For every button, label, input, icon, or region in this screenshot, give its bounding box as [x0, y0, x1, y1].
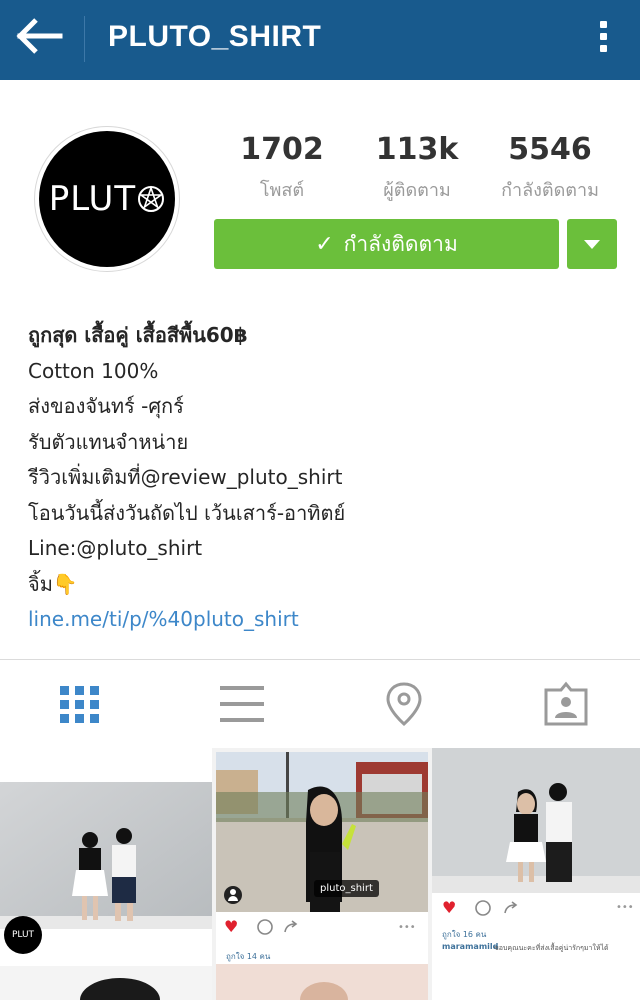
- avatar-logo-text: PLUT: [48, 179, 137, 219]
- post-photo: [216, 752, 428, 912]
- photo-tag-label[interactable]: pluto_shirt: [314, 880, 379, 897]
- bio-line: Line:@pluto_shirt: [28, 536, 203, 560]
- post-more-icon[interactable]: •••: [616, 902, 634, 913]
- caret-down-icon: [584, 240, 600, 249]
- stat-posts[interactable]: 1702 โพสต์: [212, 132, 352, 204]
- comment-icon[interactable]: [256, 918, 274, 936]
- following-count: 5546: [508, 132, 592, 167]
- followers-count: 113k: [375, 132, 459, 167]
- stat-followers[interactable]: 113k ผู้ติดตาม: [347, 132, 487, 204]
- pentagram-icon: [138, 185, 165, 212]
- bio-line: Cotton 100%: [28, 358, 159, 383]
- comment-icon[interactable]: [474, 899, 492, 917]
- post-thumbnail[interactable]: ♥ ••• ถูกใจ 16 คน maramamild ขอบคุณนะคะท…: [432, 748, 640, 1000]
- posts-count: 1702: [240, 132, 324, 167]
- top-bar: PLUTO_SHIRT: [0, 0, 640, 80]
- share-icon[interactable]: [502, 899, 520, 917]
- user-tag-icon: [224, 886, 242, 904]
- tab-location[interactable]: [380, 680, 428, 728]
- tab-grid-view[interactable]: [56, 680, 104, 728]
- post-photo: [0, 782, 212, 1000]
- posts-grid: PLUT pluto_shirt ♥ ••• ถูกใจ 14 คน ♥ •••…: [0, 748, 640, 1000]
- grid-icon: [60, 686, 99, 723]
- bio-line: จิ้ม👇: [28, 571, 78, 596]
- tab-list-view[interactable]: [218, 680, 266, 728]
- bio-line: รีวิวเพิ่มเติมที่@review_pluto_shirt: [28, 465, 343, 489]
- post-more-icon[interactable]: •••: [398, 922, 416, 933]
- profile-username-title: PLUTO_SHIRT: [108, 20, 322, 53]
- more-vertical-icon: [588, 14, 618, 52]
- back-arrow-icon: [16, 18, 63, 54]
- post-photo: [432, 748, 640, 893]
- heart-icon[interactable]: ♥: [224, 919, 238, 935]
- post-thumbnail[interactable]: pluto_shirt ♥ ••• ถูกใจ 14 คน: [216, 752, 428, 1000]
- posts-label: โพสต์: [259, 180, 305, 201]
- bio-website-link[interactable]: line.me/ti/p/%40pluto_shirt: [28, 602, 628, 638]
- profile-avatar[interactable]: PLUT: [39, 131, 175, 267]
- followers-label: ผู้ติดตาม: [383, 180, 451, 201]
- tagged-photos-icon: [544, 681, 588, 726]
- location-pin-icon: [386, 682, 422, 726]
- post-photo-peek: [216, 964, 428, 1000]
- bio-line: ส่งของจันทร์ -ศุกร์: [28, 394, 184, 418]
- post-avatar-text: PLUT: [11, 930, 35, 940]
- following-label: กำลังติดตาม: [501, 180, 599, 201]
- tab-tagged[interactable]: [542, 680, 590, 728]
- header-divider: [84, 16, 85, 62]
- post-likes: ถูกใจ 14 คน: [226, 952, 271, 961]
- profile-view-tabs: [0, 659, 640, 749]
- bio-line: โอนวันนี้ส่งวันถัดไป เว้นเสาร์-อาทิตย์: [28, 500, 346, 525]
- checkmark-icon: ✓: [315, 231, 334, 257]
- back-button[interactable]: [14, 14, 70, 64]
- bio-full-name: ถูกสุด เสื้อคู่ เสื้อสีพื้น60฿: [28, 323, 248, 347]
- share-icon[interactable]: [282, 918, 300, 936]
- heart-icon[interactable]: ♥: [442, 900, 456, 916]
- bio-line: รับตัวแทนจำหน่าย: [28, 429, 189, 454]
- comment-text: ขอบคุณนะคะที่ส่งเสื้อคู่น่ารักๆมาให้ได้: [494, 944, 609, 952]
- suggestions-dropdown-button[interactable]: [567, 219, 617, 269]
- post-avatar-badge: PLUT: [4, 916, 42, 954]
- post-likes: ถูกใจ 16 คน: [442, 930, 487, 939]
- comment-username[interactable]: maramamild: [442, 942, 498, 951]
- following-button[interactable]: ✓ กำลังติดตาม: [214, 219, 559, 269]
- more-options-button[interactable]: [588, 14, 618, 64]
- following-button-label: กำลังติดตาม: [343, 231, 458, 256]
- profile-bio: ถูกสุด เสื้อคู่ เสื้อสีพื้น60฿ Cotton 10…: [28, 318, 628, 638]
- list-icon: [220, 686, 264, 722]
- post-thumbnail[interactable]: PLUT: [0, 748, 212, 1000]
- stat-following[interactable]: 5546 กำลังติดตาม: [480, 132, 620, 204]
